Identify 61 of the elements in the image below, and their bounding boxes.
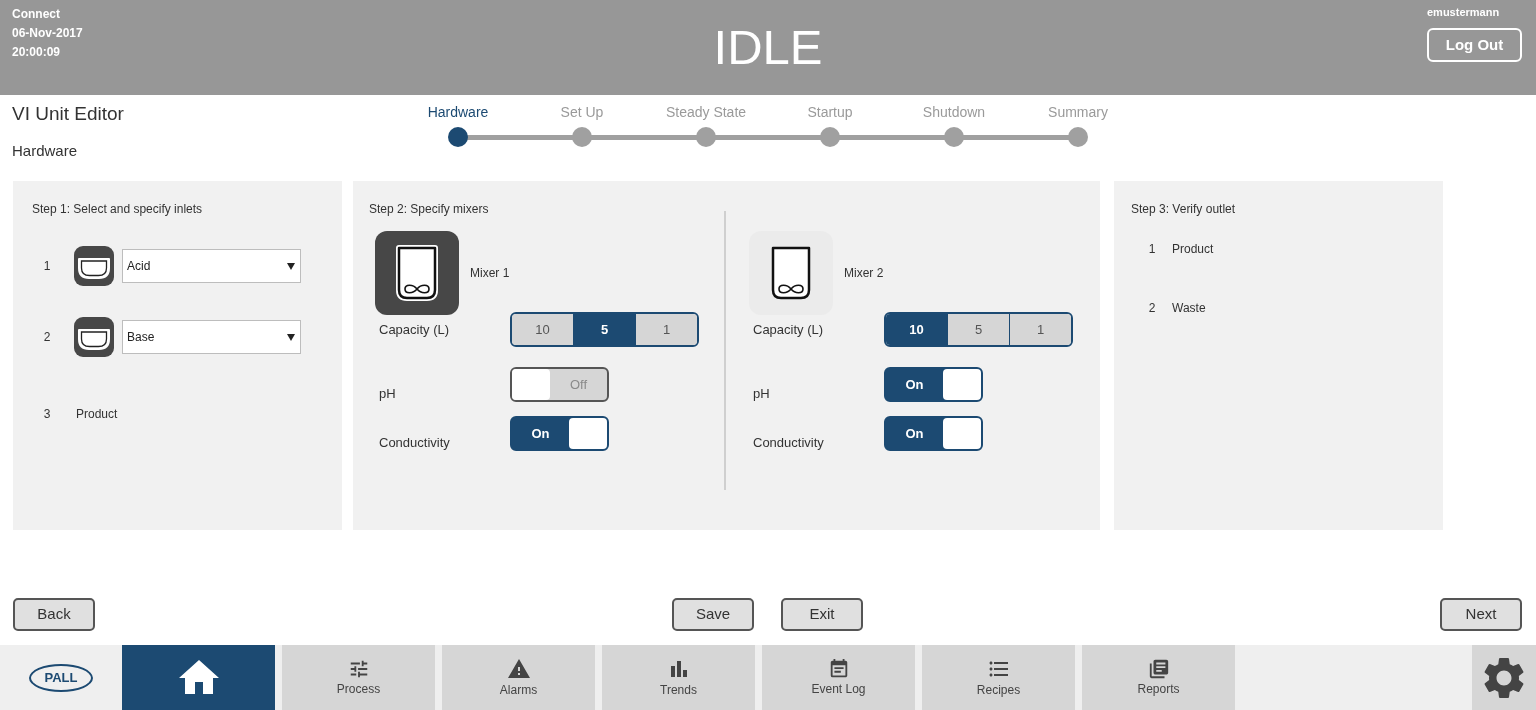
mixer-beaker-icon [769, 244, 813, 302]
capacity-option[interactable]: 1 [635, 314, 697, 345]
dropdown-field[interactable]: Base [122, 320, 301, 354]
panel-title: Step 3: Verify outlet [1131, 201, 1237, 217]
caret-down-icon [287, 262, 295, 270]
capacity-option[interactable]: 5 [573, 314, 635, 345]
stepper-step[interactable]: Hardware [396, 103, 520, 147]
documents-icon [1147, 658, 1170, 680]
mixer-name: Mixer 2 [844, 265, 884, 282]
field-label: Conductivity [752, 435, 825, 451]
brand-logo: PALL [29, 663, 93, 692]
back-button[interactable]: Back [13, 598, 95, 631]
page-subtitle: Hardware [12, 142, 78, 160]
mixer-tile[interactable] [749, 231, 833, 315]
nav-button[interactable]: Trends [602, 645, 755, 710]
inlet-number: 3 [42, 406, 52, 423]
nav-button[interactable]: Process [282, 645, 435, 710]
nav-button[interactable]: Alarms [442, 645, 595, 710]
mixer-name: Mixer 1 [470, 265, 510, 282]
inlet-icon [74, 246, 114, 286]
outlet-number: 2 [1147, 300, 1157, 316]
inlet-number: 2 [42, 329, 52, 346]
panel-title: Step 2: Specify mixers [369, 201, 490, 217]
username: emustermann [1427, 5, 1500, 19]
field-label: pH [752, 386, 771, 402]
capacity-option[interactable]: 10 [886, 314, 947, 345]
nav-button[interactable]: Recipes [922, 645, 1075, 710]
next-button[interactable]: Next [1440, 598, 1522, 631]
capacity-option[interactable]: 1 [1009, 314, 1071, 345]
nav-button[interactable]: Event Log [762, 645, 915, 710]
time-text: 20:00:09 [12, 44, 61, 61]
outlet-label: Waste [1172, 300, 1206, 316]
exit-button[interactable]: Exit [781, 598, 863, 631]
warning-icon [506, 657, 531, 681]
field-label: pH [378, 386, 397, 402]
field-label: Capacity (L) [752, 320, 825, 339]
mixer-beaker-icon [395, 244, 439, 302]
app-name: Connect [12, 6, 60, 23]
capacity-option[interactable]: 5 [947, 314, 1009, 345]
inlet-icon [74, 317, 114, 357]
date-text: 06-Nov-2017 [12, 25, 83, 42]
toggle-switch[interactable]: On [884, 367, 983, 402]
toggle-switch[interactable]: On [510, 416, 609, 451]
mixer-tile[interactable] [375, 231, 459, 315]
nav-button[interactable]: Reports [1082, 645, 1235, 710]
nav-button[interactable] [122, 645, 275, 710]
page-title: VI Unit Editor [12, 102, 124, 126]
outlet-number: 1 [1147, 241, 1157, 257]
inlet-label: Product [76, 406, 118, 423]
status-title: IDLE [713, 23, 823, 72]
settings-button[interactable] [1472, 645, 1536, 710]
caret-down-icon [287, 333, 295, 341]
save-button[interactable]: Save [672, 598, 754, 631]
field-label: Capacity (L) [378, 320, 451, 339]
capacity-option[interactable]: 10 [512, 314, 573, 345]
field-label: Conductivity [378, 435, 451, 451]
dropdown-field[interactable]: Acid [122, 249, 301, 283]
toggle-switch[interactable]: On [884, 416, 983, 451]
panel-title: Step 1: Select and specify inlets [32, 201, 204, 217]
outlet-label: Product [1172, 241, 1214, 257]
inlet-number: 1 [42, 258, 52, 275]
